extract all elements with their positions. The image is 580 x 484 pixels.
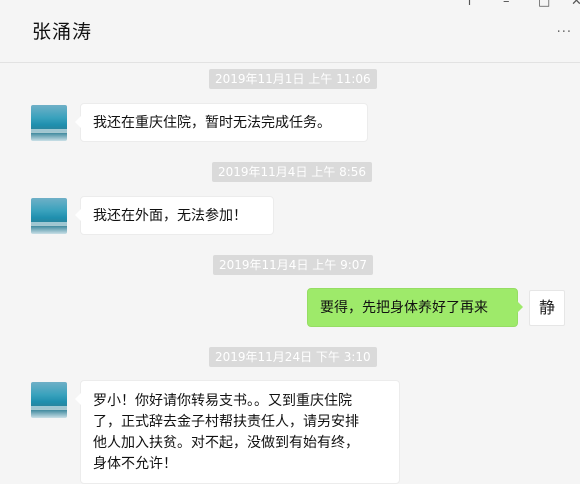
minimize-icon[interactable]: –	[503, 0, 510, 9]
timestamp: 2019年11月4日 上午 9:07	[213, 255, 374, 275]
more-options-icon[interactable]: ···	[557, 25, 572, 40]
message-line: 了，正式辞去金子村帮扶责任人，请另安排	[93, 414, 359, 430]
contact-avatar[interactable]	[31, 105, 67, 141]
maximize-icon[interactable]: □	[538, 0, 550, 9]
pin-icon[interactable]: 〒	[463, 0, 476, 9]
contact-avatar[interactable]	[31, 382, 67, 418]
timestamp: 2019年11月1日 上午 11:06	[209, 69, 377, 89]
avatar-calligraphy: 静	[538, 298, 555, 317]
close-icon[interactable]: ✕	[571, 0, 580, 9]
timestamp: 2019年11月24日 下午 3:10	[209, 347, 377, 367]
message-line: 身体不允许！	[93, 456, 177, 472]
chat-header: 张涌涛 〒 – □ ✕ ···	[0, 0, 580, 63]
message-bubble-outgoing[interactable]: 要得，先把身体养好了再来	[307, 288, 523, 327]
message-bubble[interactable]: 我还在外面，无法参加！	[75, 196, 274, 235]
message-line: 罗小！你好请你转易支书。。又到重庆住院	[93, 393, 352, 409]
message-bubble[interactable]: 罗小！你好请你转易支书。。又到重庆住院 了，正式辞去金子村帮扶责任人，请另安排 …	[75, 380, 400, 484]
message-list[interactable]: 2019年11月1日 上午 11:06 我还在重庆住院，暂时无法完成任务。 20…	[0, 62, 580, 484]
self-avatar[interactable]: 静	[529, 290, 565, 326]
timestamp: 2019年11月4日 上午 8:56	[212, 162, 373, 182]
contact-name: 张涌涛	[32, 21, 93, 43]
message-line: 他人加入扶贫。对不起，没做到有始有终，	[93, 435, 359, 451]
contact-avatar[interactable]	[31, 198, 67, 234]
message-bubble[interactable]: 我还在重庆住院，暂时无法完成任务。	[75, 103, 368, 142]
